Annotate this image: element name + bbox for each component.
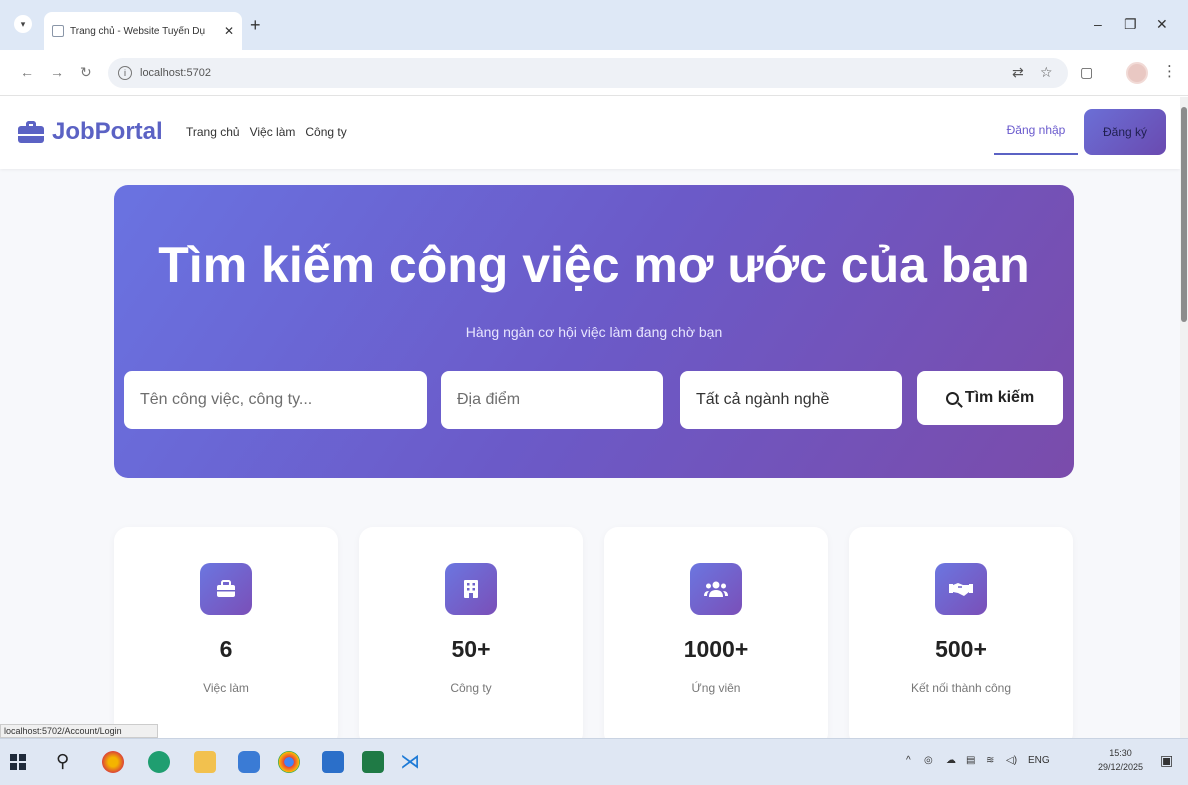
stat-card-jobs: 6 Việc làm bbox=[114, 527, 338, 738]
stat-card-candidates: 1000+ Ứng viên bbox=[604, 527, 828, 738]
clock-time: 15:30 bbox=[1109, 748, 1132, 758]
briefcase-icon bbox=[200, 563, 252, 615]
browser-tab[interactable]: Trang chủ - Website Tuyển Dụ ✕ bbox=[44, 12, 242, 50]
windows-start-icon[interactable] bbox=[10, 751, 32, 773]
tab-search-icon[interactable]: ▾ bbox=[14, 15, 32, 33]
address-url: localhost:5702 bbox=[140, 67, 211, 79]
window-close-icon[interactable]: ✕ bbox=[1156, 16, 1168, 32]
web-page: JobPortal Trang chủ Việc làm Công ty Đăn… bbox=[0, 97, 1188, 738]
stat-value: 6 bbox=[219, 636, 233, 662]
nav-link-jobs[interactable]: Việc làm bbox=[250, 125, 296, 139]
search-icon bbox=[945, 391, 959, 405]
minimize-icon[interactable]: – bbox=[1094, 16, 1102, 32]
stat-value: 1000+ bbox=[683, 636, 749, 662]
search-button[interactable]: Tìm kiếm bbox=[917, 371, 1063, 425]
category-select[interactable]: Tất cả ngành nghề bbox=[680, 371, 902, 429]
users-icon bbox=[690, 563, 742, 615]
handshake-icon bbox=[935, 563, 987, 615]
address-bar[interactable]: i localhost:5702 bbox=[108, 58, 1068, 88]
clock-date: 29/12/2025 bbox=[1098, 762, 1144, 772]
excel-app-icon[interactable] bbox=[362, 751, 384, 773]
nav-link-companies[interactable]: Công ty bbox=[305, 125, 346, 139]
word-app-icon[interactable] bbox=[322, 751, 344, 773]
colorful-app-icon[interactable] bbox=[102, 751, 124, 773]
forward-icon[interactable]: → bbox=[50, 64, 64, 80]
link-status-url: localhost:5702/Account/Login bbox=[0, 724, 158, 738]
hero-banner: Tìm kiếm công việc mơ ước của bạn Hàng n… bbox=[114, 185, 1074, 478]
extensions-icon[interactable]: ▢ bbox=[1080, 63, 1093, 81]
stat-card-connections: 500+ Kết nối thành công bbox=[849, 527, 1073, 738]
category-selected-value: Tất cả ngành nghề bbox=[696, 391, 830, 408]
tray-app-icon[interactable]: ◎ bbox=[924, 755, 933, 766]
taskbar-search-icon[interactable]: ⚲ bbox=[56, 751, 78, 773]
brand-logo[interactable]: JobPortal bbox=[18, 117, 163, 147]
os-taskbar: ⚲ ⋊ ^ ◎ ☁ ▤ ≋ ◁) ENG 15:30 29/12/2025 ▣ bbox=[0, 738, 1188, 785]
taskbar-clock[interactable]: 15:30 29/12/2025 bbox=[1098, 746, 1143, 774]
translate-icon[interactable]: ⇄ bbox=[1012, 63, 1024, 81]
reload-icon[interactable]: ↻ bbox=[80, 64, 92, 80]
tray-volume-icon[interactable]: ◁) bbox=[1006, 755, 1017, 766]
page-favicon-icon bbox=[52, 25, 64, 37]
hero-title: Tìm kiếm công việc mơ ước của bạn bbox=[158, 237, 1030, 293]
stat-card-companies: 50+ Công ty bbox=[359, 527, 583, 738]
stat-label: Ứng viên bbox=[691, 681, 741, 695]
stat-label: Công ty bbox=[450, 681, 492, 695]
keyword-search-input[interactable] bbox=[124, 371, 427, 429]
tray-chevron-icon[interactable]: ^ bbox=[906, 755, 911, 766]
tab-title: Trang chủ - Website Tuyển Dụ bbox=[70, 25, 206, 37]
hero-subtitle: Hàng ngàn cơ hội việc làm đang chờ bạn bbox=[465, 324, 723, 340]
location-input[interactable] bbox=[441, 371, 663, 429]
language-indicator[interactable]: ENG bbox=[1028, 755, 1050, 766]
profile-avatar[interactable] bbox=[1126, 62, 1148, 84]
back-icon[interactable]: ← bbox=[20, 64, 34, 80]
new-tab-icon[interactable]: + bbox=[250, 16, 261, 34]
restore-icon[interactable]: ❐ bbox=[1124, 16, 1137, 32]
notification-icon[interactable]: ▣ bbox=[1160, 752, 1173, 769]
file-explorer-icon[interactable] bbox=[194, 751, 216, 773]
tray-cloud-icon[interactable]: ☁ bbox=[946, 755, 956, 766]
stat-value: 50+ bbox=[451, 636, 491, 662]
vscode-app-icon[interactable]: ⋊ bbox=[400, 751, 422, 773]
site-info-icon[interactable]: i bbox=[118, 66, 132, 80]
login-link[interactable]: Đăng nhập bbox=[994, 115, 1078, 155]
search-button-label: Tìm kiếm bbox=[964, 389, 1035, 406]
building-icon bbox=[445, 563, 497, 615]
browser-menu-icon[interactable]: ⋮ bbox=[1162, 62, 1177, 80]
tray-wifi-icon[interactable]: ≋ bbox=[986, 755, 994, 766]
browser-toolbar: ← → ↻ i localhost:5702 ⇄ ☆ ▢ ⋮ bbox=[0, 50, 1188, 96]
page-scrollbar[interactable] bbox=[1180, 97, 1188, 738]
register-button[interactable]: Đăng ký bbox=[1084, 109, 1166, 155]
scrollbar-thumb[interactable] bbox=[1181, 107, 1187, 322]
bookmark-star-icon[interactable]: ☆ bbox=[1040, 63, 1053, 81]
stat-label: Kết nối thành công bbox=[910, 681, 1012, 695]
stat-label: Việc làm bbox=[203, 681, 249, 695]
site-navbar: JobPortal Trang chủ Việc làm Công ty Đăn… bbox=[0, 97, 1180, 169]
tab-close-icon[interactable]: ✕ bbox=[224, 24, 234, 38]
nav-link-home[interactable]: Trang chủ bbox=[186, 125, 240, 139]
store-app-icon[interactable] bbox=[238, 751, 260, 773]
browser-tabstrip: ▾ Trang chủ - Website Tuyển Dụ ✕ + – ❐ ✕ bbox=[0, 0, 1188, 50]
tray-network-icon[interactable]: ▤ bbox=[966, 755, 975, 766]
chrome-browser-icon[interactable] bbox=[278, 751, 300, 773]
stat-value: 500+ bbox=[935, 636, 987, 662]
briefcase-icon bbox=[18, 121, 44, 143]
edge-browser-icon[interactable] bbox=[148, 751, 170, 773]
nav-links: Trang chủ Việc làm Công ty bbox=[186, 125, 347, 139]
brand-name: JobPortal bbox=[52, 118, 163, 145]
